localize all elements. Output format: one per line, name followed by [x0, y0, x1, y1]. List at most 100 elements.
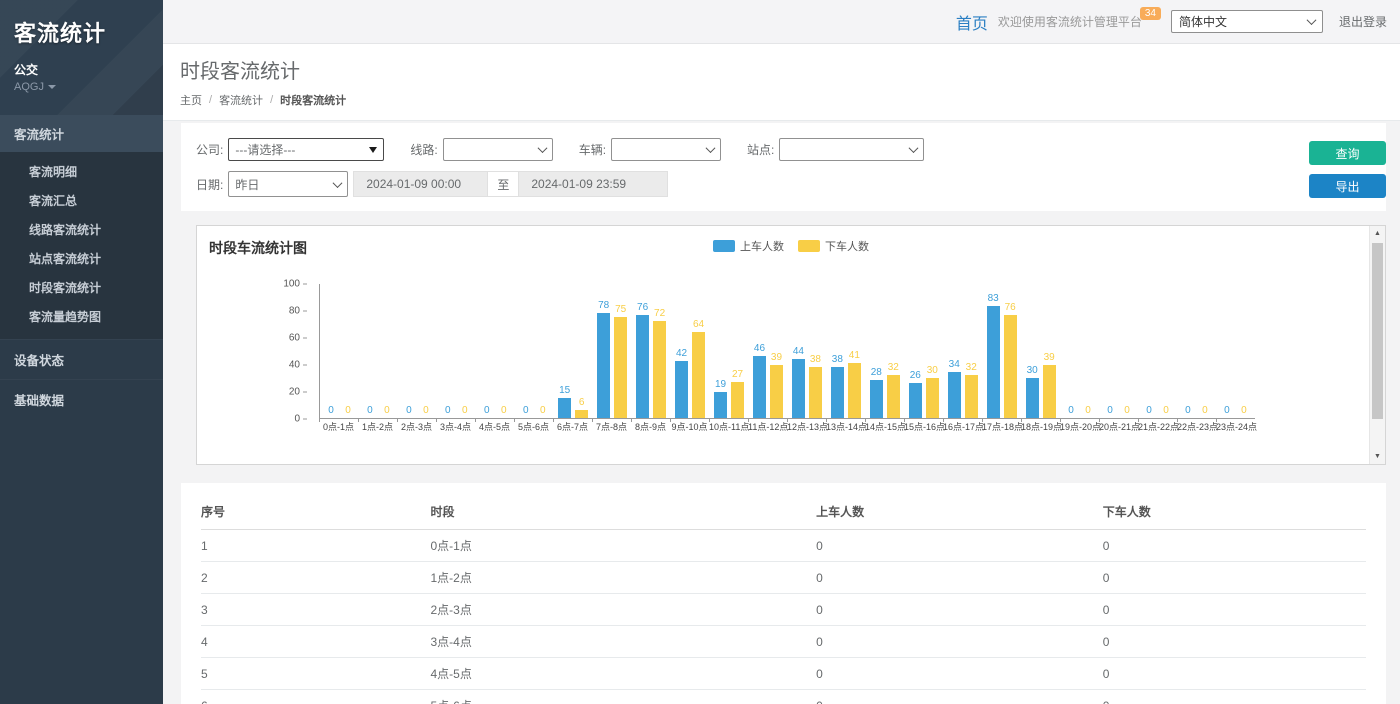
bar-value-label: 0: [445, 405, 451, 416]
language-select[interactable]: 简体中文: [1171, 10, 1323, 33]
bar-pair: 4264: [675, 319, 705, 418]
action-buttons: 查询 导出: [1309, 141, 1386, 198]
date-preset-value: 昨日: [235, 176, 259, 193]
filter-row-2: 日期: 昨日 2024-01-09 00:00 至 2024-01-09 23:…: [196, 171, 1371, 197]
scroll-up-icon[interactable]: ▲: [1370, 226, 1385, 241]
bar-value-label: 0: [1107, 405, 1113, 416]
x-axis-label: 13点-14点: [826, 419, 865, 434]
sidebar-item[interactable]: 线路客流统计: [0, 215, 163, 244]
user-menu[interactable]: AQGJ: [14, 81, 149, 93]
bar-column: 38: [809, 354, 822, 418]
bar-value-label: 76: [1005, 302, 1016, 313]
x-axis-label: 2点-3点: [397, 419, 436, 434]
vehicle-select[interactable]: [611, 138, 721, 161]
chart-panel: 时段车流统计图 上车人数下车人数 020406080100 0000000000…: [196, 225, 1386, 465]
bar-column: 42: [675, 348, 688, 418]
bar-value-label: 75: [615, 304, 626, 315]
bar-column: 0: [1104, 405, 1117, 418]
chart-groups: 0000000000001567875767242641927463944383…: [319, 284, 1255, 419]
bar-column: 64: [692, 319, 705, 418]
date-preset-select[interactable]: 昨日: [228, 171, 348, 197]
scrollbar-thumb[interactable]: [1372, 243, 1383, 419]
company-select[interactable]: ---请选择---: [228, 138, 384, 161]
bar-column: 30: [1026, 365, 1039, 419]
bar-value-label: 0: [1241, 405, 1247, 416]
x-axis-label: 23点-24点: [1216, 419, 1255, 434]
table-header-cell: 序号: [201, 496, 431, 530]
bar-pair: 4438: [792, 346, 822, 418]
sidebar-item[interactable]: 时段客流统计: [0, 273, 163, 302]
bar-rect: [597, 313, 610, 418]
bar-pair: 2832: [870, 362, 900, 418]
x-axis-label: 8点-9点: [631, 419, 670, 434]
company-label: 公司:: [196, 141, 223, 158]
chart-category-group: 8376: [982, 283, 1021, 418]
bar-column: 39: [770, 352, 783, 418]
company-select-value: ---请选择---: [235, 141, 295, 158]
table-cell: 6: [201, 690, 431, 704]
station-select[interactable]: [779, 138, 924, 161]
bar-rect: [926, 378, 939, 419]
chart-category-group: 00: [1177, 283, 1216, 418]
sidebar-section-1[interactable]: 设备状态: [0, 339, 163, 379]
bar-value-label: 0: [1124, 405, 1130, 416]
x-axis-label: 1点-2点: [358, 419, 397, 434]
breadcrumb: 主页 / 客流统计 / 时段客流统计: [180, 92, 1400, 108]
bar-pair: 2630: [909, 365, 939, 419]
caret-down-icon: [48, 85, 56, 89]
chart-category-group: 2630: [904, 283, 943, 418]
bar-rect: [831, 367, 844, 418]
chart-yaxis: 020406080100: [261, 284, 311, 419]
bar-column: 26: [909, 370, 922, 418]
home-link[interactable]: 首页: [956, 10, 988, 34]
table-cell: 0: [816, 658, 1103, 690]
sidebar-submenu: 客流明细客流汇总线路客流统计站点客流统计时段客流统计客流量趋势图: [0, 152, 163, 339]
bar-column: 0: [480, 405, 493, 418]
y-axis-tick: 100: [283, 279, 307, 290]
x-axis-label: 18点-19点: [1021, 419, 1060, 434]
bar-rect: [809, 367, 822, 418]
scroll-down-icon[interactable]: ▼: [1370, 449, 1385, 464]
sidebar-item[interactable]: 客流量趋势图: [0, 302, 163, 331]
y-axis-tick: 80: [289, 306, 307, 317]
page-title: 时段客流统计: [180, 55, 1400, 84]
chart-category-group: 00: [476, 283, 515, 418]
chart-category-group: 00: [1138, 283, 1177, 418]
page-heading: 时段客流统计 主页 / 客流统计 / 时段客流统计: [163, 44, 1400, 121]
bar-rect: [1026, 378, 1039, 419]
date-from-input[interactable]: 2024-01-09 00:00: [353, 171, 488, 197]
table-cell: 0: [1103, 658, 1366, 690]
sidebar-item[interactable]: 客流汇总: [0, 186, 163, 215]
content: 公司: ---请选择--- 线路: 车辆: 站点:: [163, 121, 1400, 704]
sidebar-section-2[interactable]: 基础数据: [0, 379, 163, 419]
legend-item[interactable]: 下车人数: [798, 238, 869, 254]
search-button[interactable]: 查询: [1309, 141, 1386, 165]
logout-link[interactable]: 退出登录: [1339, 13, 1387, 30]
app-title: 客流统计: [14, 16, 149, 48]
date-to-input[interactable]: 2024-01-09 23:59: [518, 171, 668, 197]
chart-category-group: 7672: [632, 283, 671, 418]
line-select[interactable]: [443, 138, 553, 161]
x-axis-label: 22点-23点: [1177, 419, 1216, 434]
notification-badge[interactable]: 34: [1140, 7, 1161, 20]
chart-scrollbar[interactable]: ▲ ▼: [1369, 226, 1385, 464]
table-cell: 2点-3点: [431, 594, 817, 626]
breadcrumb-parent[interactable]: 客流统计: [219, 92, 263, 108]
bar-column: 19: [714, 379, 727, 418]
y-axis-tick: 20: [289, 387, 307, 398]
bar-value-label: 32: [888, 362, 899, 373]
line-label: 线路:: [410, 141, 437, 158]
sidebar-section-0[interactable]: 客流统计: [0, 115, 163, 152]
x-axis-label: 12点-13点: [787, 419, 826, 434]
sidebar-item[interactable]: 客流明细: [0, 157, 163, 186]
breadcrumb-home[interactable]: 主页: [180, 92, 202, 108]
bar-column: 0: [1198, 405, 1211, 418]
bar-column: 0: [324, 405, 337, 418]
sidebar-item[interactable]: 站点客流统计: [0, 244, 163, 273]
export-button[interactable]: 导出: [1309, 174, 1386, 198]
bar-value-label: 0: [1202, 405, 1208, 416]
table-row: 10点-1点00: [201, 530, 1366, 562]
bar-value-label: 0: [484, 405, 490, 416]
legend-item[interactable]: 上车人数: [713, 238, 784, 254]
chart-legend: 上车人数下车人数: [713, 238, 869, 254]
